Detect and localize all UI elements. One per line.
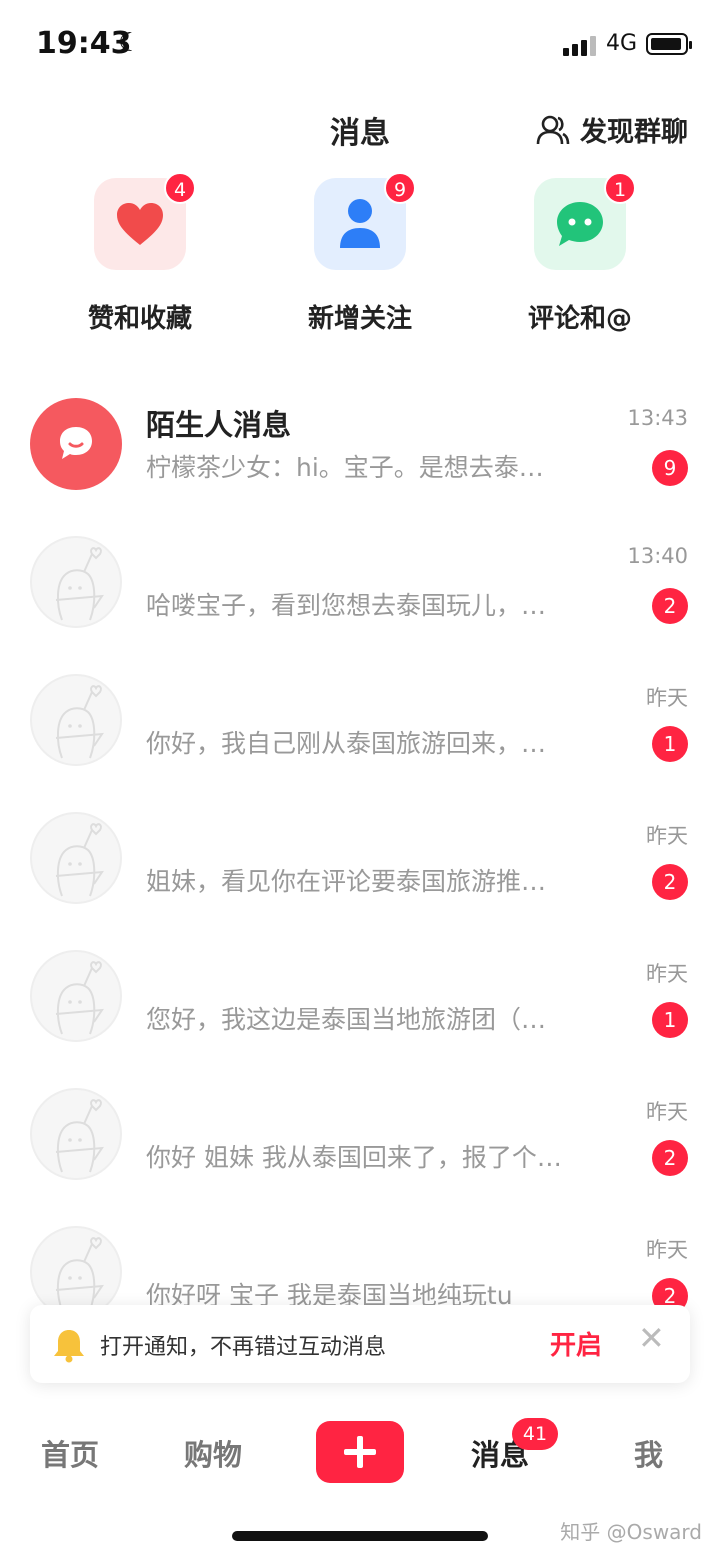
close-icon[interactable]: ✕: [638, 1319, 665, 1357]
followers-badge: 9: [384, 172, 416, 204]
conversation-time: 昨天: [646, 962, 688, 986]
conversation-time: 昨天: [646, 1238, 688, 1262]
default-avatar: [30, 812, 122, 904]
likes-badge: 4: [164, 172, 196, 204]
signal-icon: [563, 34, 599, 56]
unread-badge: 2: [652, 864, 688, 900]
conversation-name: 陌生人消息: [146, 408, 292, 442]
create-post-button[interactable]: [316, 1421, 404, 1483]
network-label: 4G: [606, 31, 638, 56]
conversation-preview: 姐妹，看见你在评论要泰国旅游推…: [146, 867, 547, 896]
tab-home[interactable]: 首页: [41, 1432, 99, 1474]
chat-bubble-icon: [557, 202, 603, 246]
followers-label: 新增关注: [307, 304, 412, 334]
list-item[interactable]: 姐妹，看见你在评论要泰国旅游推… 昨天 2: [0, 812, 720, 950]
unread-badge: 2: [652, 588, 688, 624]
messages-tab-badge: 41: [512, 1418, 558, 1450]
default-avatar-icon: [55, 823, 104, 897]
default-avatar: [30, 950, 122, 1042]
person-icon: [340, 199, 380, 248]
tab-shop[interactable]: 购物: [184, 1432, 242, 1474]
message-bubble-icon: [60, 427, 92, 459]
list-item[interactable]: 您好，我这边是泰国当地旅游团（… 昨天 1: [0, 950, 720, 1088]
home-indicator[interactable]: [232, 1531, 488, 1541]
new-followers-entry[interactable]: 9 新增关注: [280, 172, 440, 335]
conversation-preview: 你好 姐妹 我从泰国回来了，报了个…: [146, 1143, 562, 1172]
conversation-time: 昨天: [646, 824, 688, 848]
default-avatar: [30, 536, 122, 628]
unread-badge: 9: [652, 450, 688, 486]
unread-badge: 2: [652, 1140, 688, 1176]
default-avatar-icon: [55, 685, 104, 759]
conversation-time: 昨天: [646, 1100, 688, 1124]
default-avatar-icon: [55, 961, 104, 1035]
list-item[interactable]: 你好 姐妹 我从泰国回来了，报了个… 昨天 2: [0, 1088, 720, 1226]
followers-tile: 9: [314, 172, 416, 270]
conversation-preview: 柠檬茶少女：hi。宝子。是想去泰…: [146, 453, 544, 482]
comments-badge: 1: [604, 172, 636, 204]
watermark: 知乎 @Osward: [560, 1520, 702, 1544]
discover-label: 发现群聊: [580, 117, 688, 148]
comments-tile: 1: [534, 172, 636, 270]
conversation-preview: 你好，我自己刚从泰国旅游回来，…: [146, 729, 547, 758]
likes-label: 赞和收藏: [87, 304, 192, 334]
default-avatar: [30, 1088, 122, 1180]
likes-and-favorites-entry[interactable]: 4 赞和收藏: [60, 172, 220, 335]
unread-badge: 1: [652, 726, 688, 762]
comments-and-mentions-entry[interactable]: 1 评论和@: [500, 172, 660, 335]
conversation-preview: 您好，我这边是泰国当地旅游团（…: [146, 1005, 547, 1034]
conversation-time: 13:40: [627, 544, 688, 568]
comments-label: 评论和@: [527, 304, 632, 334]
moon-icon: ☾: [118, 28, 142, 58]
default-avatar-icon: [55, 1237, 104, 1311]
heart-icon: [117, 203, 163, 245]
unread-badge: 1: [652, 1002, 688, 1038]
conversation-time: 13:43: [627, 406, 688, 430]
list-item[interactable]: 你好，我自己刚从泰国旅游回来，… 昨天 1: [0, 674, 720, 812]
default-avatar: [30, 674, 122, 766]
likes-tile: 4: [94, 172, 196, 270]
conversation-time: 昨天: [646, 686, 688, 710]
discover-group-chat-button[interactable]: 发现群聊: [536, 110, 688, 149]
notification-prompt-text: 打开通知，不再错过互动消息: [100, 1335, 387, 1360]
enable-notifications-button[interactable]: 开启: [550, 1325, 602, 1362]
conversation-preview: 哈喽宝子，看到您想去泰国玩儿，…: [146, 591, 547, 620]
status-bar: 19:43 ☾ 4G: [0, 0, 720, 90]
users-icon: [536, 115, 570, 144]
bell-icon: [54, 1330, 84, 1363]
notification-prompt-banner: 打开通知，不再错过互动消息 开启 ✕: [30, 1305, 690, 1383]
list-item-stranger-messages[interactable]: 陌生人消息 柠檬茶少女：hi。宝子。是想去泰… 13:43 9: [0, 398, 720, 536]
default-avatar-icon: [55, 1099, 104, 1173]
stranger-messages-avatar: [30, 398, 122, 490]
tab-me[interactable]: 我: [634, 1432, 663, 1474]
default-avatar-icon: [55, 547, 104, 621]
list-item[interactable]: 哈喽宝子，看到您想去泰国玩儿，… 13:40 2: [0, 536, 720, 674]
battery-icon: [646, 33, 692, 55]
